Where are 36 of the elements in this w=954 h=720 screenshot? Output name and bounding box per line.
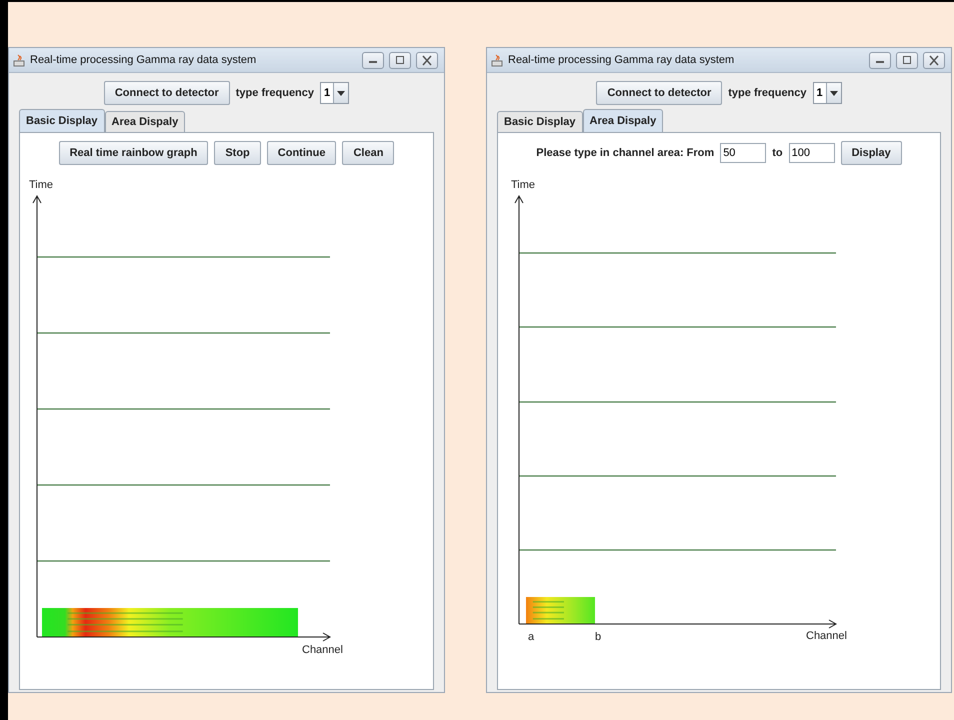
display-button[interactable]: Display xyxy=(840,141,902,165)
frequency-label: type frequency xyxy=(728,87,807,99)
channel-area-label: Please type in channel area: From xyxy=(536,147,714,159)
to-label: to xyxy=(772,147,783,159)
heatmap-drawing xyxy=(526,597,595,624)
axis-label: Channel xyxy=(806,630,847,642)
tab[interactable]: Area Dispaly xyxy=(582,109,664,132)
maximize-icon[interactable] xyxy=(389,52,411,68)
java-icon xyxy=(13,54,25,66)
toolbar-button[interactable]: Real time rainbow graph xyxy=(58,141,208,165)
close-icon[interactable] xyxy=(923,52,945,68)
close-icon[interactable] xyxy=(416,52,438,68)
frequency-label: type frequency xyxy=(236,87,314,99)
maximize-icon[interactable] xyxy=(896,52,918,68)
minimize-icon[interactable] xyxy=(362,52,384,68)
from-field[interactable]: 50 xyxy=(720,143,766,163)
tab[interactable]: Area Dispaly xyxy=(104,111,186,132)
frequency-dropdown[interactable]: 1 xyxy=(812,82,842,104)
tab[interactable]: Basic Display xyxy=(19,109,105,132)
toolbar-button[interactable]: Stop xyxy=(214,141,261,165)
axis-label: Time xyxy=(29,179,54,191)
tab[interactable]: Basic Display xyxy=(497,111,583,132)
java-icon xyxy=(491,54,503,66)
window-title: Real-time processing Gamma ray data system xyxy=(508,54,736,66)
frequency-dropdown[interactable]: 1 xyxy=(320,82,350,104)
connect-button[interactable]: Connect to detector xyxy=(596,81,722,105)
axis-label: Time xyxy=(511,179,536,191)
to-field[interactable]: 100 xyxy=(788,143,835,163)
minimize-icon[interactable] xyxy=(869,52,891,68)
toolbar-button[interactable]: Continue xyxy=(266,141,336,165)
axis-label: Channel xyxy=(302,644,343,656)
toolbar-button[interactable]: Clean xyxy=(342,141,394,165)
axis-marker: a xyxy=(528,631,534,643)
axis-marker: b xyxy=(595,631,602,643)
connect-button[interactable]: Connect to detector xyxy=(104,81,230,105)
window-title: Real-time processing Gamma ray data system xyxy=(30,54,258,66)
